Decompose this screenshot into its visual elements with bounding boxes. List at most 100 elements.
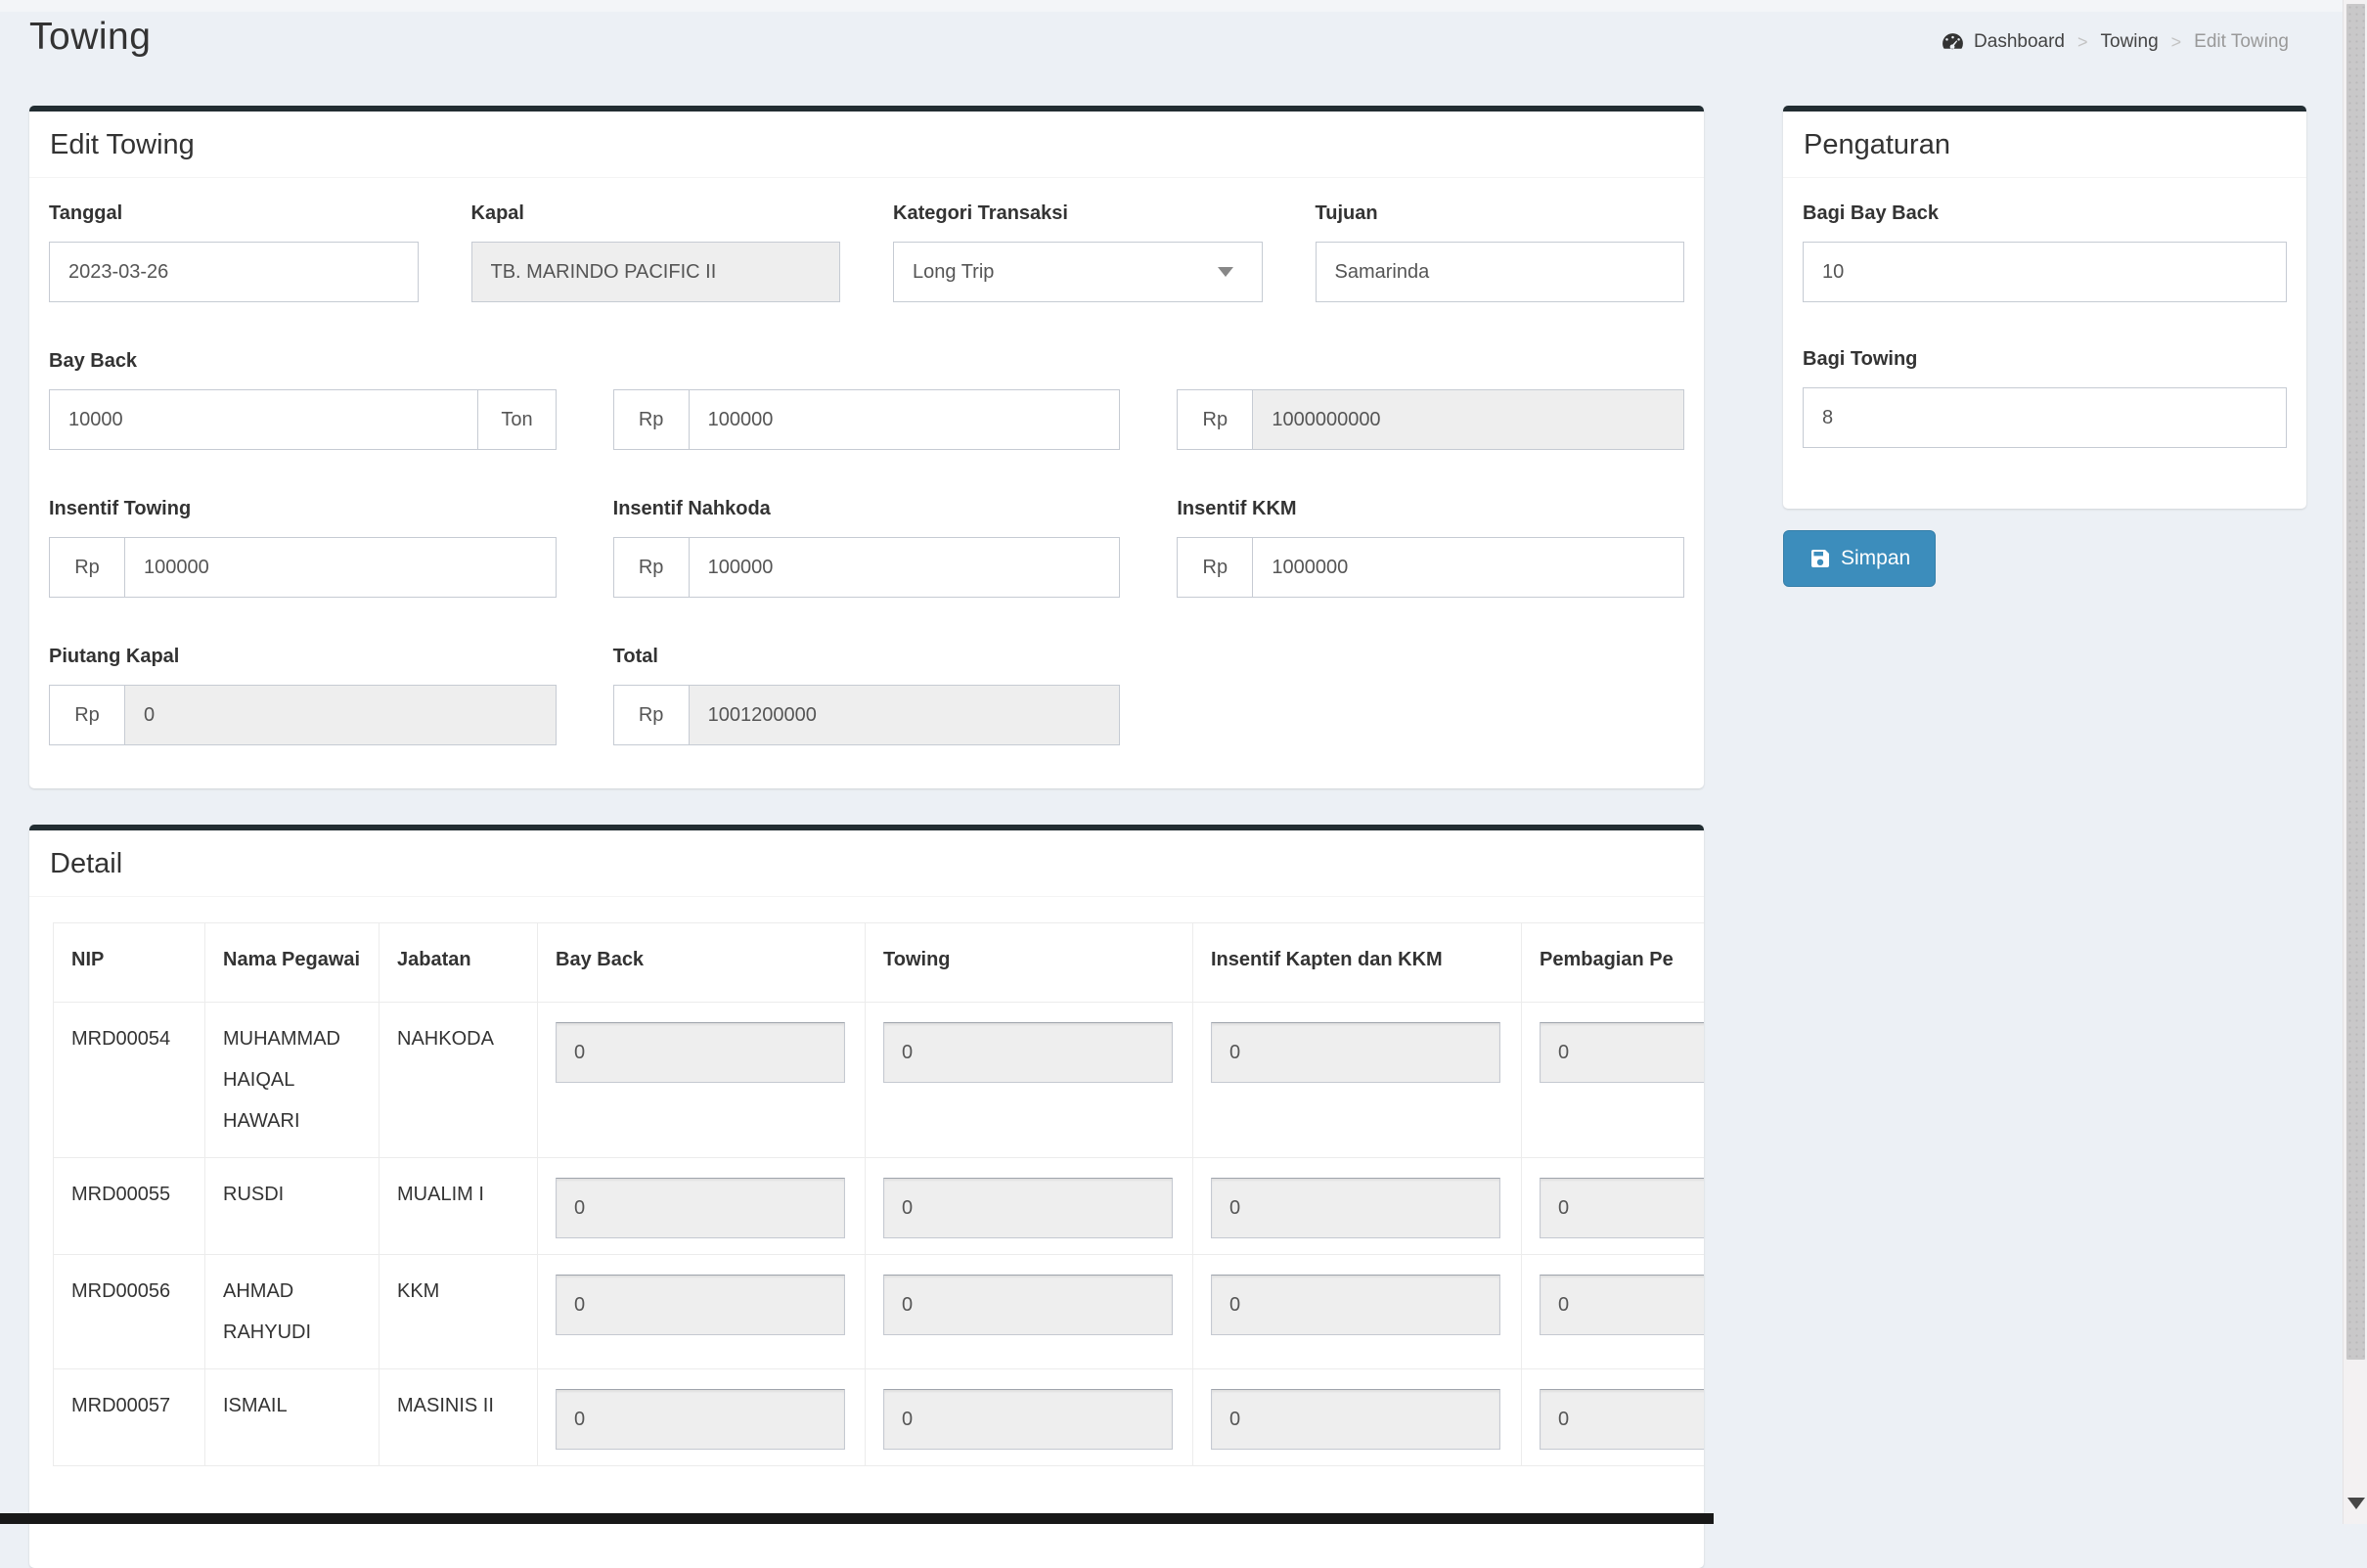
insentif-kkm-input[interactable] — [1252, 537, 1684, 598]
table-row: MRD00055 RUSDI MUALIM I — [54, 1158, 1705, 1255]
kategori-transaksi-select[interactable]: Long Trip — [893, 242, 1263, 302]
table-row: MRD00057 ISMAIL MASINIS II — [54, 1369, 1705, 1466]
col-insentif-kapten-kkm: Insentif Kapten dan KKM — [1193, 923, 1522, 1003]
rp-addon: Rp — [613, 537, 690, 598]
col-nip: NIP — [54, 923, 205, 1003]
scroll-down-arrow-icon[interactable] — [2347, 1498, 2365, 1509]
row-bay-back-input — [556, 1389, 845, 1450]
rp-addon: Rp — [49, 537, 125, 598]
pengaturan-card-header: Pengaturan — [1783, 112, 2306, 178]
window-top-strip — [0, 0, 2343, 12]
row-bay-back-input — [556, 1178, 845, 1238]
cell-jabatan: NAHKODA — [380, 1003, 538, 1158]
horizontal-scrollbar-thumb[interactable] — [0, 1513, 1714, 1524]
field-tanggal: Tanggal — [49, 200, 419, 302]
bay-back-harga-group: Rp — [613, 389, 1121, 450]
field-bagi-bay-back: Bagi Bay Back — [1803, 200, 2287, 302]
tujuan-label: Tujuan — [1316, 200, 1685, 227]
tujuan-input[interactable] — [1316, 242, 1685, 302]
row-bay-back-input — [556, 1275, 845, 1335]
col-pembagian: Pembagian Pe — [1522, 923, 1705, 1003]
breadcrumb-separator: > — [2171, 32, 2182, 53]
insentif-nahkoda-input[interactable] — [689, 537, 1121, 598]
field-kapal: Kapal — [471, 200, 841, 302]
tanggal-input[interactable] — [49, 242, 419, 302]
row-pembagian-input — [1540, 1389, 1704, 1450]
content-header: Towing Dashboard > Towing > Edit Towing — [29, 16, 2289, 59]
pengaturan-card-body: Bagi Bay Back Bagi Towing — [1783, 178, 2306, 509]
breadcrumb-separator: > — [2077, 32, 2088, 53]
row-insentif-input — [1211, 1275, 1500, 1335]
total-input — [689, 685, 1121, 745]
piutang-kapal-label: Piutang Kapal — [49, 643, 557, 670]
kategori-transaksi-label: Kategori Transaksi — [893, 200, 1263, 227]
col-nama-pegawai: Nama Pegawai — [205, 923, 380, 1003]
field-total: Total Rp — [613, 643, 1121, 745]
field-kategori-transaksi: Kategori Transaksi Long Trip — [893, 200, 1263, 302]
cell-nama: RUSDI — [205, 1158, 380, 1255]
cell-jabatan: MUALIM I — [380, 1158, 538, 1255]
detail-table: NIP Nama Pegawai Jabatan Bay Back Towing… — [53, 922, 1704, 1466]
main-column: Edit Towing Tanggal Kapal Kategori Trans… — [29, 106, 1704, 1568]
col-bay-back: Bay Back — [538, 923, 866, 1003]
bay-back-total-group: Rp — [1177, 389, 1684, 450]
rp-addon: Rp — [613, 389, 690, 450]
insentif-towing-label: Insentif Towing — [49, 495, 557, 522]
vertical-scrollbar[interactable] — [2343, 0, 2367, 1524]
kategori-transaksi-value: Long Trip — [913, 261, 994, 284]
breadcrumb: Dashboard > Towing > Edit Towing — [1941, 30, 2289, 55]
tanggal-label: Tanggal — [49, 200, 419, 227]
row-insentif-input — [1211, 1389, 1500, 1450]
breadcrumb-towing[interactable]: Towing — [2101, 31, 2159, 53]
detail-title: Detail — [50, 848, 122, 879]
cell-nip: MRD00056 — [54, 1255, 205, 1369]
table-header-row: NIP Nama Pegawai Jabatan Bay Back Towing… — [54, 923, 1705, 1003]
detail-card: Detail NIP Nama Pegawai Jabatan Bay Back… — [29, 825, 1704, 1568]
breadcrumb-edit-towing: Edit Towing — [2194, 31, 2289, 53]
row-pembagian-input — [1540, 1178, 1704, 1238]
simpan-button[interactable]: Simpan — [1783, 530, 1936, 587]
edit-towing-card: Edit Towing Tanggal Kapal Kategori Trans… — [29, 106, 1704, 788]
breadcrumb-dashboard[interactable]: Dashboard — [1974, 31, 2065, 53]
col-towing: Towing — [866, 923, 1193, 1003]
row-insentif-input — [1211, 1022, 1500, 1083]
cell-jabatan: MASINIS II — [380, 1369, 538, 1466]
save-icon — [1809, 547, 1832, 570]
detail-table-wrap: NIP Nama Pegawai Jabatan Bay Back Towing… — [53, 922, 1704, 1466]
row-pembagian-input — [1540, 1275, 1704, 1335]
bagi-bay-back-input[interactable] — [1803, 242, 2287, 302]
pengaturan-title: Pengaturan — [1804, 129, 1950, 160]
bay-back-label: Bay Back — [49, 347, 1684, 375]
edit-towing-card-body: Tanggal Kapal Kategori Transaksi Long Tr… — [29, 178, 1704, 788]
bay-back-total-input — [1252, 389, 1684, 450]
insentif-nahkoda-label: Insentif Nahkoda — [613, 495, 1121, 522]
kapal-input — [471, 242, 841, 302]
cell-nip: MRD00054 — [54, 1003, 205, 1158]
field-piutang-kapal: Piutang Kapal Rp — [49, 643, 557, 745]
simpan-button-label: Simpan — [1841, 547, 1910, 570]
vertical-scrollbar-thumb[interactable] — [2346, 4, 2365, 1360]
bay-back-harga-input[interactable] — [689, 389, 1121, 450]
field-insentif-kkm: Insentif KKM Rp — [1177, 495, 1684, 598]
cell-nip: MRD00055 — [54, 1158, 205, 1255]
rp-addon: Rp — [1177, 537, 1253, 598]
cell-nama: ISMAIL — [205, 1369, 380, 1466]
row-towing-input — [883, 1178, 1173, 1238]
table-row: MRD00056 AHMAD RAHYUDI KKM — [54, 1255, 1705, 1369]
rp-addon: Rp — [613, 685, 690, 745]
row-insentif-input — [1211, 1178, 1500, 1238]
row-towing-input — [883, 1389, 1173, 1450]
dashboard-icon — [1941, 30, 1965, 55]
bay-back-qty-input[interactable] — [49, 389, 478, 450]
row-towing-input — [883, 1275, 1173, 1335]
field-insentif-nahkoda: Insentif Nahkoda Rp — [613, 495, 1121, 598]
row-towing-input — [883, 1022, 1173, 1083]
cell-jabatan: KKM — [380, 1255, 538, 1369]
side-column: Pengaturan Bagi Bay Back Bagi Towing Sim… — [1783, 106, 2306, 587]
edit-towing-card-header: Edit Towing — [29, 112, 1704, 178]
pengaturan-card: Pengaturan Bagi Bay Back Bagi Towing — [1783, 106, 2306, 509]
row-pembagian-input — [1540, 1022, 1704, 1083]
insentif-towing-input[interactable] — [124, 537, 557, 598]
row-bay-back-input — [556, 1022, 845, 1083]
bagi-towing-input[interactable] — [1803, 387, 2287, 448]
